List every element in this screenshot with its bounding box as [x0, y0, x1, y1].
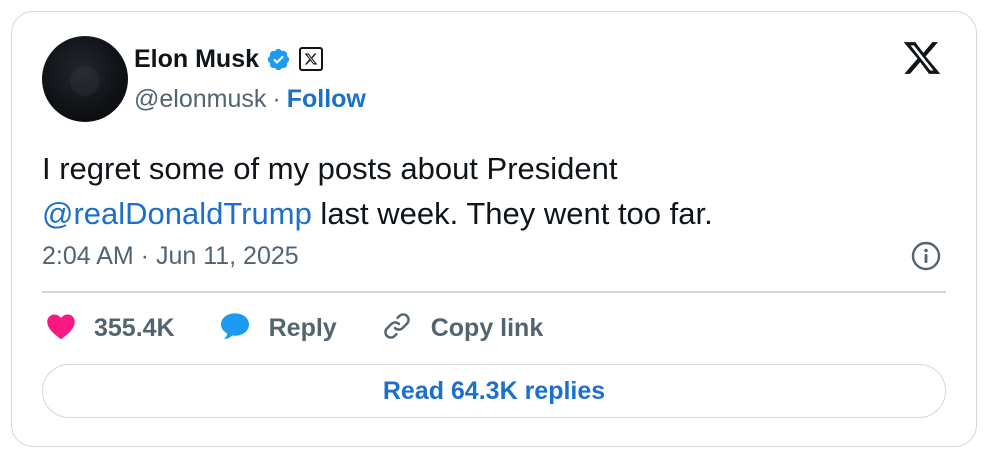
separator-dot: · [272, 84, 281, 113]
author-handle-row: @elonmusk · Follow [134, 82, 366, 116]
tweet-text: I regret some of my posts about Presiden… [42, 146, 922, 236]
tweet-embed-card: Elon Musk @elonmusk · Follow I regret so… [11, 11, 977, 447]
action-bar: 355.4K Reply Copy link [46, 308, 587, 348]
copy-link-button[interactable]: Copy link [381, 310, 544, 347]
author-name-row: Elon Musk [134, 42, 324, 76]
like-button[interactable]: 355.4K [46, 312, 175, 345]
tweet-mention-link[interactable]: @realDonaldTrump [42, 196, 312, 231]
tweet-text-part2: last week. They went too far. [311, 196, 713, 231]
info-icon[interactable] [910, 240, 942, 272]
copy-link-label: Copy link [430, 313, 544, 342]
divider [42, 291, 946, 293]
author-avatar[interactable] [42, 36, 128, 122]
link-icon [381, 310, 413, 347]
heart-icon [46, 312, 76, 345]
tweet-timestamp[interactable]: 2:04 AM · Jun 11, 2025 [42, 242, 299, 271]
reply-label: Reply [268, 313, 337, 342]
follow-link[interactable]: Follow [287, 85, 366, 114]
author-display-name[interactable]: Elon Musk [134, 45, 259, 74]
reply-button[interactable]: Reply [219, 311, 337, 346]
x-affiliate-badge-icon [299, 47, 324, 71]
read-replies-button[interactable]: Read 64.3K replies [42, 364, 946, 418]
speech-bubble-icon [219, 311, 251, 346]
tweet-text-part1: I regret some of my posts about Presiden… [42, 151, 618, 186]
likes-count: 355.4K [94, 313, 175, 342]
author-handle[interactable]: @elonmusk [134, 85, 266, 114]
avatar-shading [70, 66, 100, 96]
verified-badge-icon [266, 47, 291, 72]
x-logo-icon[interactable] [902, 38, 942, 78]
